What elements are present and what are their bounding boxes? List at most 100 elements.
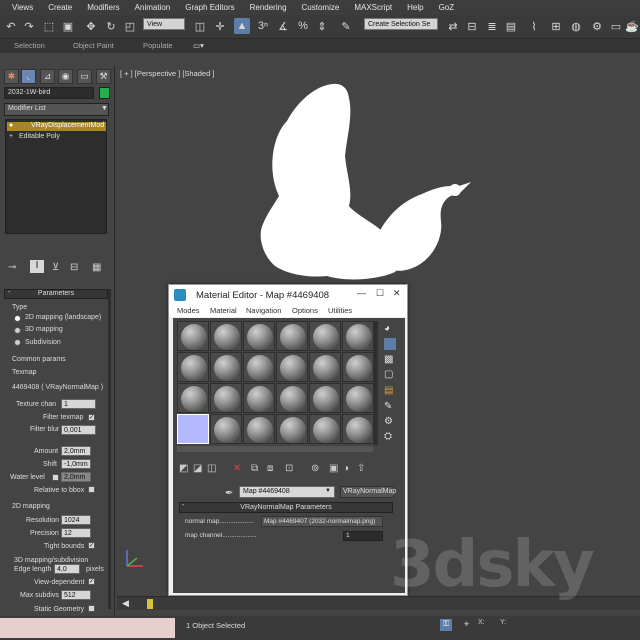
render-icon[interactable]: ☕ [624,18,640,34]
stack-item-editable-poly[interactable]: Editable Poly [7,133,106,142]
utilities-tab-icon[interactable]: ⚒ [96,69,111,84]
radio-3d-mapping[interactable] [14,327,21,334]
absolute-mode-icon[interactable]: ⌖ [464,619,469,630]
material-editor-icon[interactable]: ◍ [568,18,584,34]
put-to-scene-icon[interactable]: ◪ [193,463,202,474]
show-end-result-icon[interactable]: I [30,260,44,273]
water-level-checkbox[interactable] [52,474,59,481]
view-dependent-checkbox[interactable]: ✓ [88,578,95,585]
edit-named-sets-icon[interactable]: ✎ [338,18,354,34]
curve-editor-icon[interactable]: ⌇ [526,18,542,34]
viewport-label[interactable]: [ + ] [Perspective ] [Shaded ] [120,69,214,78]
edge-length-spinner[interactable]: 4,0 [54,564,80,574]
material-slot[interactable] [177,352,209,382]
shift-spinner[interactable]: -1,0mm [61,459,91,469]
vraynormalmap-rollout[interactable]: VRayNormalMap Parameters [179,502,393,513]
stack-item-vraydisplacement[interactable]: VRayDisplacementMod [7,122,106,131]
minimize-icon[interactable]: — [357,288,366,298]
menu-modifiers[interactable]: Modifiers [87,3,119,12]
keyboard-shortcut-icon[interactable]: ▲ [234,18,250,34]
radio-subdivision[interactable] [14,339,21,346]
precision-spinner[interactable]: 12 [61,528,91,538]
manipulate-icon[interactable]: ✛ [212,18,228,34]
make-unique-material-icon[interactable]: ⧈ [267,463,273,474]
snap-3d-icon[interactable]: 3ⁿ [255,18,271,34]
window-crossing-icon[interactable]: ▣ [60,18,76,34]
menu-create[interactable]: Create [48,3,72,12]
object-color-swatch[interactable] [99,87,110,99]
me-menu-options[interactable]: Options [292,306,318,315]
timeline-prev-icon[interactable]: ◀ [122,598,129,609]
tab-populate[interactable]: Populate [143,41,173,50]
map-channel-spinner[interactable]: 1 [343,531,383,541]
make-preview-icon[interactable]: ✎ [384,401,392,412]
material-slot[interactable] [177,383,209,413]
selection-set-dropdown[interactable]: Create Selection Se [364,18,438,30]
expand-plus-icon[interactable]: + [9,133,13,140]
modify-tab-icon[interactable]: ◟ [21,69,36,84]
uv-tiling-icon[interactable]: ▢ [384,369,393,380]
material-editor-titlebar[interactable]: Material Editor - Map #4469408 — ☐ ✕ [169,285,407,305]
rollout-collapse-icon[interactable]: - [182,502,184,509]
ref-coord-dropdown[interactable]: View [143,18,185,30]
slot-scrollbar[interactable] [374,321,378,445]
material-slot[interactable] [243,321,275,351]
map-type-button[interactable]: VRayNormalMap [340,486,396,498]
close-icon[interactable]: ✕ [393,288,401,299]
hierarchy-tab-icon[interactable]: ⊿ [40,69,55,84]
create-tab-icon[interactable]: ✱ [4,69,19,84]
maximize-icon[interactable]: ☐ [376,288,384,299]
material-slot[interactable] [342,352,374,382]
show-end-result-material-icon[interactable]: ◑ [343,463,349,474]
backlight-icon[interactable] [384,338,396,350]
move-icon[interactable]: ✥ [83,18,99,34]
bird-model[interactable] [227,76,487,296]
lock-selection-icon[interactable]: ⚿ [440,619,452,631]
material-slot[interactable] [243,352,275,382]
resolution-spinner[interactable]: 1024 [61,515,91,525]
material-slot[interactable] [210,321,242,351]
texture-chan-spinner[interactable]: 1 [61,399,96,409]
align-icon[interactable]: ⊟ [464,18,480,34]
material-slot[interactable] [177,321,209,351]
amount-spinner[interactable]: 2,0mm [61,446,91,456]
texmap-button[interactable]: 4469408 ( VRayNormalMap ) [12,384,103,391]
static-geometry-checkbox[interactable] [88,605,95,612]
ribbon-icon[interactable]: ▤ [503,18,519,34]
configure-sets-icon[interactable]: ▦ [92,262,101,273]
material-slot[interactable] [276,414,308,444]
object-name-field[interactable]: 2032-1W-bird [4,87,94,99]
put-to-library-icon[interactable]: ⊡ [285,463,293,474]
copy-material-icon[interactable]: ⧉ [251,463,258,474]
menu-animation[interactable]: Animation [135,3,171,12]
me-menu-modes[interactable]: Modes [177,306,200,315]
menu-help[interactable]: Help [407,3,423,12]
percent-snap-icon[interactable]: % [295,18,311,34]
ribbon-options-icon[interactable]: ▭▾ [193,41,204,50]
material-slot[interactable] [342,383,374,413]
display-tab-icon[interactable]: ▭ [77,69,92,84]
material-slot[interactable] [210,414,242,444]
material-slot[interactable] [309,414,341,444]
undo-icon[interactable]: ↶ [3,18,19,34]
select-region-icon[interactable]: ⬚ [41,18,57,34]
render-setup-icon[interactable]: ⚙ [589,18,605,34]
angle-snap-icon[interactable]: ∡ [275,18,291,34]
menu-customize[interactable]: Customize [302,3,340,12]
material-id-icon[interactable]: ⊚ [311,463,319,474]
material-slot[interactable] [309,321,341,351]
scale-icon[interactable]: ◰ [122,18,138,34]
slot-hscrollbar[interactable] [177,446,373,452]
max-subdivs-spinner[interactable]: 512 [61,590,91,600]
render-frame-icon[interactable]: ▭ [608,18,624,34]
pick-material-icon[interactable]: ✒ [225,488,233,499]
filter-blur-spinner[interactable]: 0,001 [61,425,96,435]
me-menu-utilities[interactable]: Utilities [328,306,352,315]
menu-maxscript[interactable]: MAXScript [354,3,392,12]
radio-2d-mapping[interactable] [14,315,21,322]
spinner-snap-icon[interactable]: ⇕ [314,18,330,34]
schematic-icon[interactable]: ⊞ [548,18,564,34]
me-menu-material[interactable]: Material [210,306,237,315]
motion-tab-icon[interactable]: ◉ [58,69,73,84]
material-slot[interactable] [276,383,308,413]
